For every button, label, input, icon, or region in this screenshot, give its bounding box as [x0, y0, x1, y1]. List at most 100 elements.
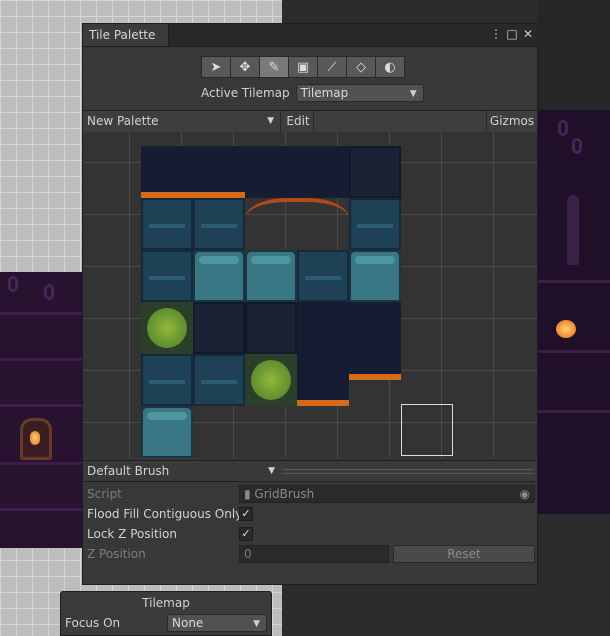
select-tool-button[interactable]: ➤ [201, 56, 231, 78]
palette-name: New Palette [87, 114, 159, 128]
lock-z-checkbox[interactable]: ✓ [239, 527, 253, 541]
picker-tool-button[interactable]: ⟋ [317, 56, 347, 78]
tile-palette-window: Tile Palette ⋮ □ ✕ ➤ ✥ ✎ ▣ ⟋ ◇ ◐ Active … [82, 23, 538, 585]
brick-line [0, 358, 84, 361]
palette-tile[interactable] [245, 146, 297, 198]
object-picker-icon[interactable]: ◉ [520, 486, 530, 502]
chain-decoration [8, 276, 18, 292]
select-icon: ➤ [210, 59, 222, 75]
move-tool-button[interactable]: ✥ [230, 56, 260, 78]
palette-tile[interactable] [141, 302, 193, 354]
splitter-handle[interactable] [283, 469, 533, 474]
palette-tile[interactable] [349, 302, 401, 354]
scene-dungeon-right [538, 110, 610, 514]
focus-on-label: Focus On [65, 616, 121, 630]
brick-line [0, 312, 84, 315]
lock-z-label: Lock Z Position [87, 527, 177, 541]
palette-tile[interactable] [193, 146, 245, 198]
palette-bar: New Palette ▼ Edit Gizmos [83, 110, 537, 133]
menu-dots-icon[interactable]: ⋮ [489, 27, 503, 41]
tile-selection-box[interactable] [401, 404, 453, 456]
brick-line [538, 350, 610, 353]
box-fill-tool-button[interactable]: ▣ [288, 56, 318, 78]
chevron-down-icon: ▼ [409, 89, 417, 99]
palette-tile[interactable] [245, 198, 349, 250]
palette-tile[interactable] [349, 146, 401, 198]
gizmos-button[interactable]: Gizmos [486, 111, 537, 132]
reset-button[interactable]: Reset [393, 545, 535, 563]
palette-tile[interactable] [349, 198, 401, 250]
palette-tile[interactable] [141, 250, 193, 302]
box-fill-icon: ▣ [296, 59, 310, 75]
palette-tile[interactable] [141, 198, 193, 250]
fill-bucket-icon: ◐ [384, 59, 396, 75]
chain-decoration [558, 120, 568, 136]
close-icon[interactable]: ✕ [521, 27, 535, 41]
overlay-title: Tilemap [142, 596, 190, 610]
flood-fill-row: Flood Fill Contiguous Only ✓ [87, 505, 533, 523]
lock-z-row: Lock Z Position ✓ [87, 525, 533, 543]
paint-tool-button[interactable]: ✎ [259, 56, 289, 78]
brick-line [0, 462, 84, 465]
eraser-icon: ◇ [356, 59, 366, 75]
paint-brush-icon: ✎ [268, 59, 280, 75]
focus-on-dropdown[interactable]: None ▼ [167, 614, 267, 632]
active-tilemap-value: Tilemap [300, 86, 349, 100]
palette-tile[interactable] [245, 302, 297, 354]
palette-tile[interactable] [141, 146, 193, 198]
palette-tile[interactable] [349, 250, 401, 302]
z-position-field[interactable]: 0 [239, 545, 389, 563]
script-label: Script [87, 487, 122, 501]
tool-bar: ➤ ✥ ✎ ▣ ⟋ ◇ ◐ [201, 56, 405, 78]
palette-tile[interactable] [297, 250, 349, 302]
brush-dropdown[interactable]: Default Brush ▼ [83, 461, 281, 481]
scene-view-right [538, 0, 610, 110]
palette-tile[interactable] [193, 250, 245, 302]
palette-tile[interactable] [349, 354, 401, 380]
palette-tile[interactable] [245, 354, 297, 406]
brush-name: Default Brush [87, 464, 170, 478]
palette-tile[interactable] [141, 406, 193, 458]
chevron-down-icon: ▼ [253, 619, 260, 629]
brick-line [538, 280, 610, 283]
palette-tile[interactable] [193, 354, 245, 406]
active-tilemap-dropdown[interactable]: Tilemap ▼ [295, 84, 424, 102]
fill-tool-button[interactable]: ◐ [375, 56, 405, 78]
chevron-down-icon: ▼ [268, 466, 275, 476]
palette-tile[interactable] [297, 302, 349, 354]
brush-bar: Default Brush ▼ [83, 460, 537, 482]
scene-dungeon-left [0, 272, 84, 548]
picker-icon: ⟋ [327, 59, 337, 75]
chain-decoration [44, 284, 54, 300]
chevron-down-icon: ▼ [267, 116, 274, 126]
edit-button[interactable]: Edit [283, 111, 314, 132]
move-icon: ✥ [239, 59, 251, 75]
palette-tile[interactable] [193, 198, 245, 250]
eraser-tool-button[interactable]: ◇ [346, 56, 376, 78]
z-position-label: Z Position [87, 547, 146, 561]
tile-palette-tab[interactable]: Tile Palette [83, 24, 169, 46]
palette-grid[interactable] [83, 132, 537, 458]
palette-tile[interactable] [297, 354, 349, 406]
active-tilemap-label: Active Tilemap [201, 86, 290, 100]
palette-tile[interactable] [297, 146, 349, 198]
script-field[interactable]: ▮ GridBrush ◉ [239, 485, 535, 503]
torch-flame-icon [556, 320, 576, 338]
palette-tile[interactable] [141, 354, 193, 406]
script-value: GridBrush [254, 487, 315, 501]
tilemap-overlay: Tilemap Focus On None ▼ [60, 591, 272, 636]
script-row: Script ▮ GridBrush ◉ [87, 485, 535, 503]
palette-tile[interactable] [193, 302, 245, 354]
title-bar[interactable]: Tile Palette ⋮ □ ✕ [83, 24, 537, 47]
active-tilemap-row: Active Tilemap Tilemap ▼ [201, 83, 424, 103]
torch-window [20, 418, 52, 460]
brick-line [538, 410, 610, 413]
maximize-icon[interactable]: □ [505, 27, 519, 41]
chain-decoration [572, 138, 582, 154]
z-position-row: Z Position 0 Reset [87, 545, 535, 563]
flood-fill-checkbox[interactable]: ✓ [239, 507, 253, 521]
palette-dropdown[interactable]: New Palette ▼ [83, 111, 281, 132]
brick-line [0, 508, 84, 511]
palette-tile[interactable] [245, 250, 297, 302]
script-file-icon: ▮ [244, 487, 255, 501]
